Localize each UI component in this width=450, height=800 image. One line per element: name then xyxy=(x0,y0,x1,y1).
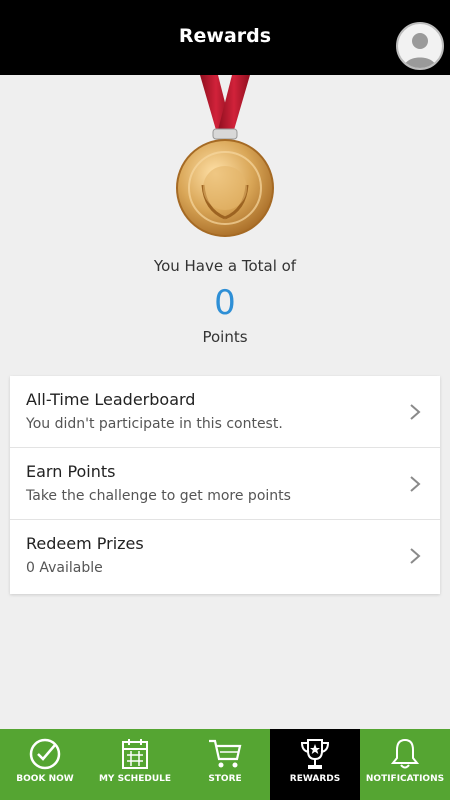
row-subtitle: Take the challenge to get more points xyxy=(26,488,291,504)
row-title: Redeem Prizes xyxy=(26,534,144,553)
check-circle-icon xyxy=(29,738,61,770)
leaderboard-row[interactable]: All-Time Leaderboard You didn't particip… xyxy=(10,376,440,448)
chevron-right-icon xyxy=(410,404,421,420)
trophy-icon xyxy=(300,739,330,769)
chevron-right-icon xyxy=(410,548,421,564)
row-title: Earn Points xyxy=(26,462,116,481)
total-label: You Have a Total of xyxy=(153,257,297,275)
tab-book-now[interactable]: BOOK NOW xyxy=(0,729,90,800)
row-subtitle: 0 Available xyxy=(26,560,103,576)
row-title: All-Time Leaderboard xyxy=(26,390,196,409)
medal-icon xyxy=(176,75,274,237)
bottom-tab-bar: BOOK NOW MY SCHEDULE STORE REWARDS NOTIF… xyxy=(0,729,450,800)
tab-store[interactable]: STORE xyxy=(180,729,270,800)
avatar[interactable] xyxy=(396,22,444,70)
redeem-prizes-row[interactable]: Redeem Prizes 0 Available xyxy=(10,520,440,592)
page-title: Rewards xyxy=(178,25,272,47)
tab-label: MY SCHEDULE xyxy=(98,774,172,784)
calendar-icon xyxy=(122,739,148,769)
bell-icon xyxy=(390,738,420,769)
tab-notifications[interactable]: NOTIFICATIONS xyxy=(360,729,450,800)
tab-label: REWARDS xyxy=(289,774,341,784)
cart-icon xyxy=(209,739,242,768)
app-header: Rewards xyxy=(0,0,450,75)
tab-rewards[interactable]: REWARDS xyxy=(270,729,360,800)
tab-label: STORE xyxy=(208,774,242,784)
tab-label: NOTIFICATIONS xyxy=(365,774,445,784)
points-label: Points xyxy=(202,328,248,346)
tab-my-schedule[interactable]: MY SCHEDULE xyxy=(90,729,180,800)
tab-label: BOOK NOW xyxy=(16,774,74,784)
points-value: 0 xyxy=(214,283,236,323)
user-icon xyxy=(404,33,436,68)
row-subtitle: You didn't participate in this contest. xyxy=(26,416,283,432)
earn-points-row[interactable]: Earn Points Take the challenge to get mo… xyxy=(10,448,440,520)
chevron-right-icon xyxy=(410,476,421,492)
rewards-menu: All-Time Leaderboard You didn't particip… xyxy=(10,376,440,594)
